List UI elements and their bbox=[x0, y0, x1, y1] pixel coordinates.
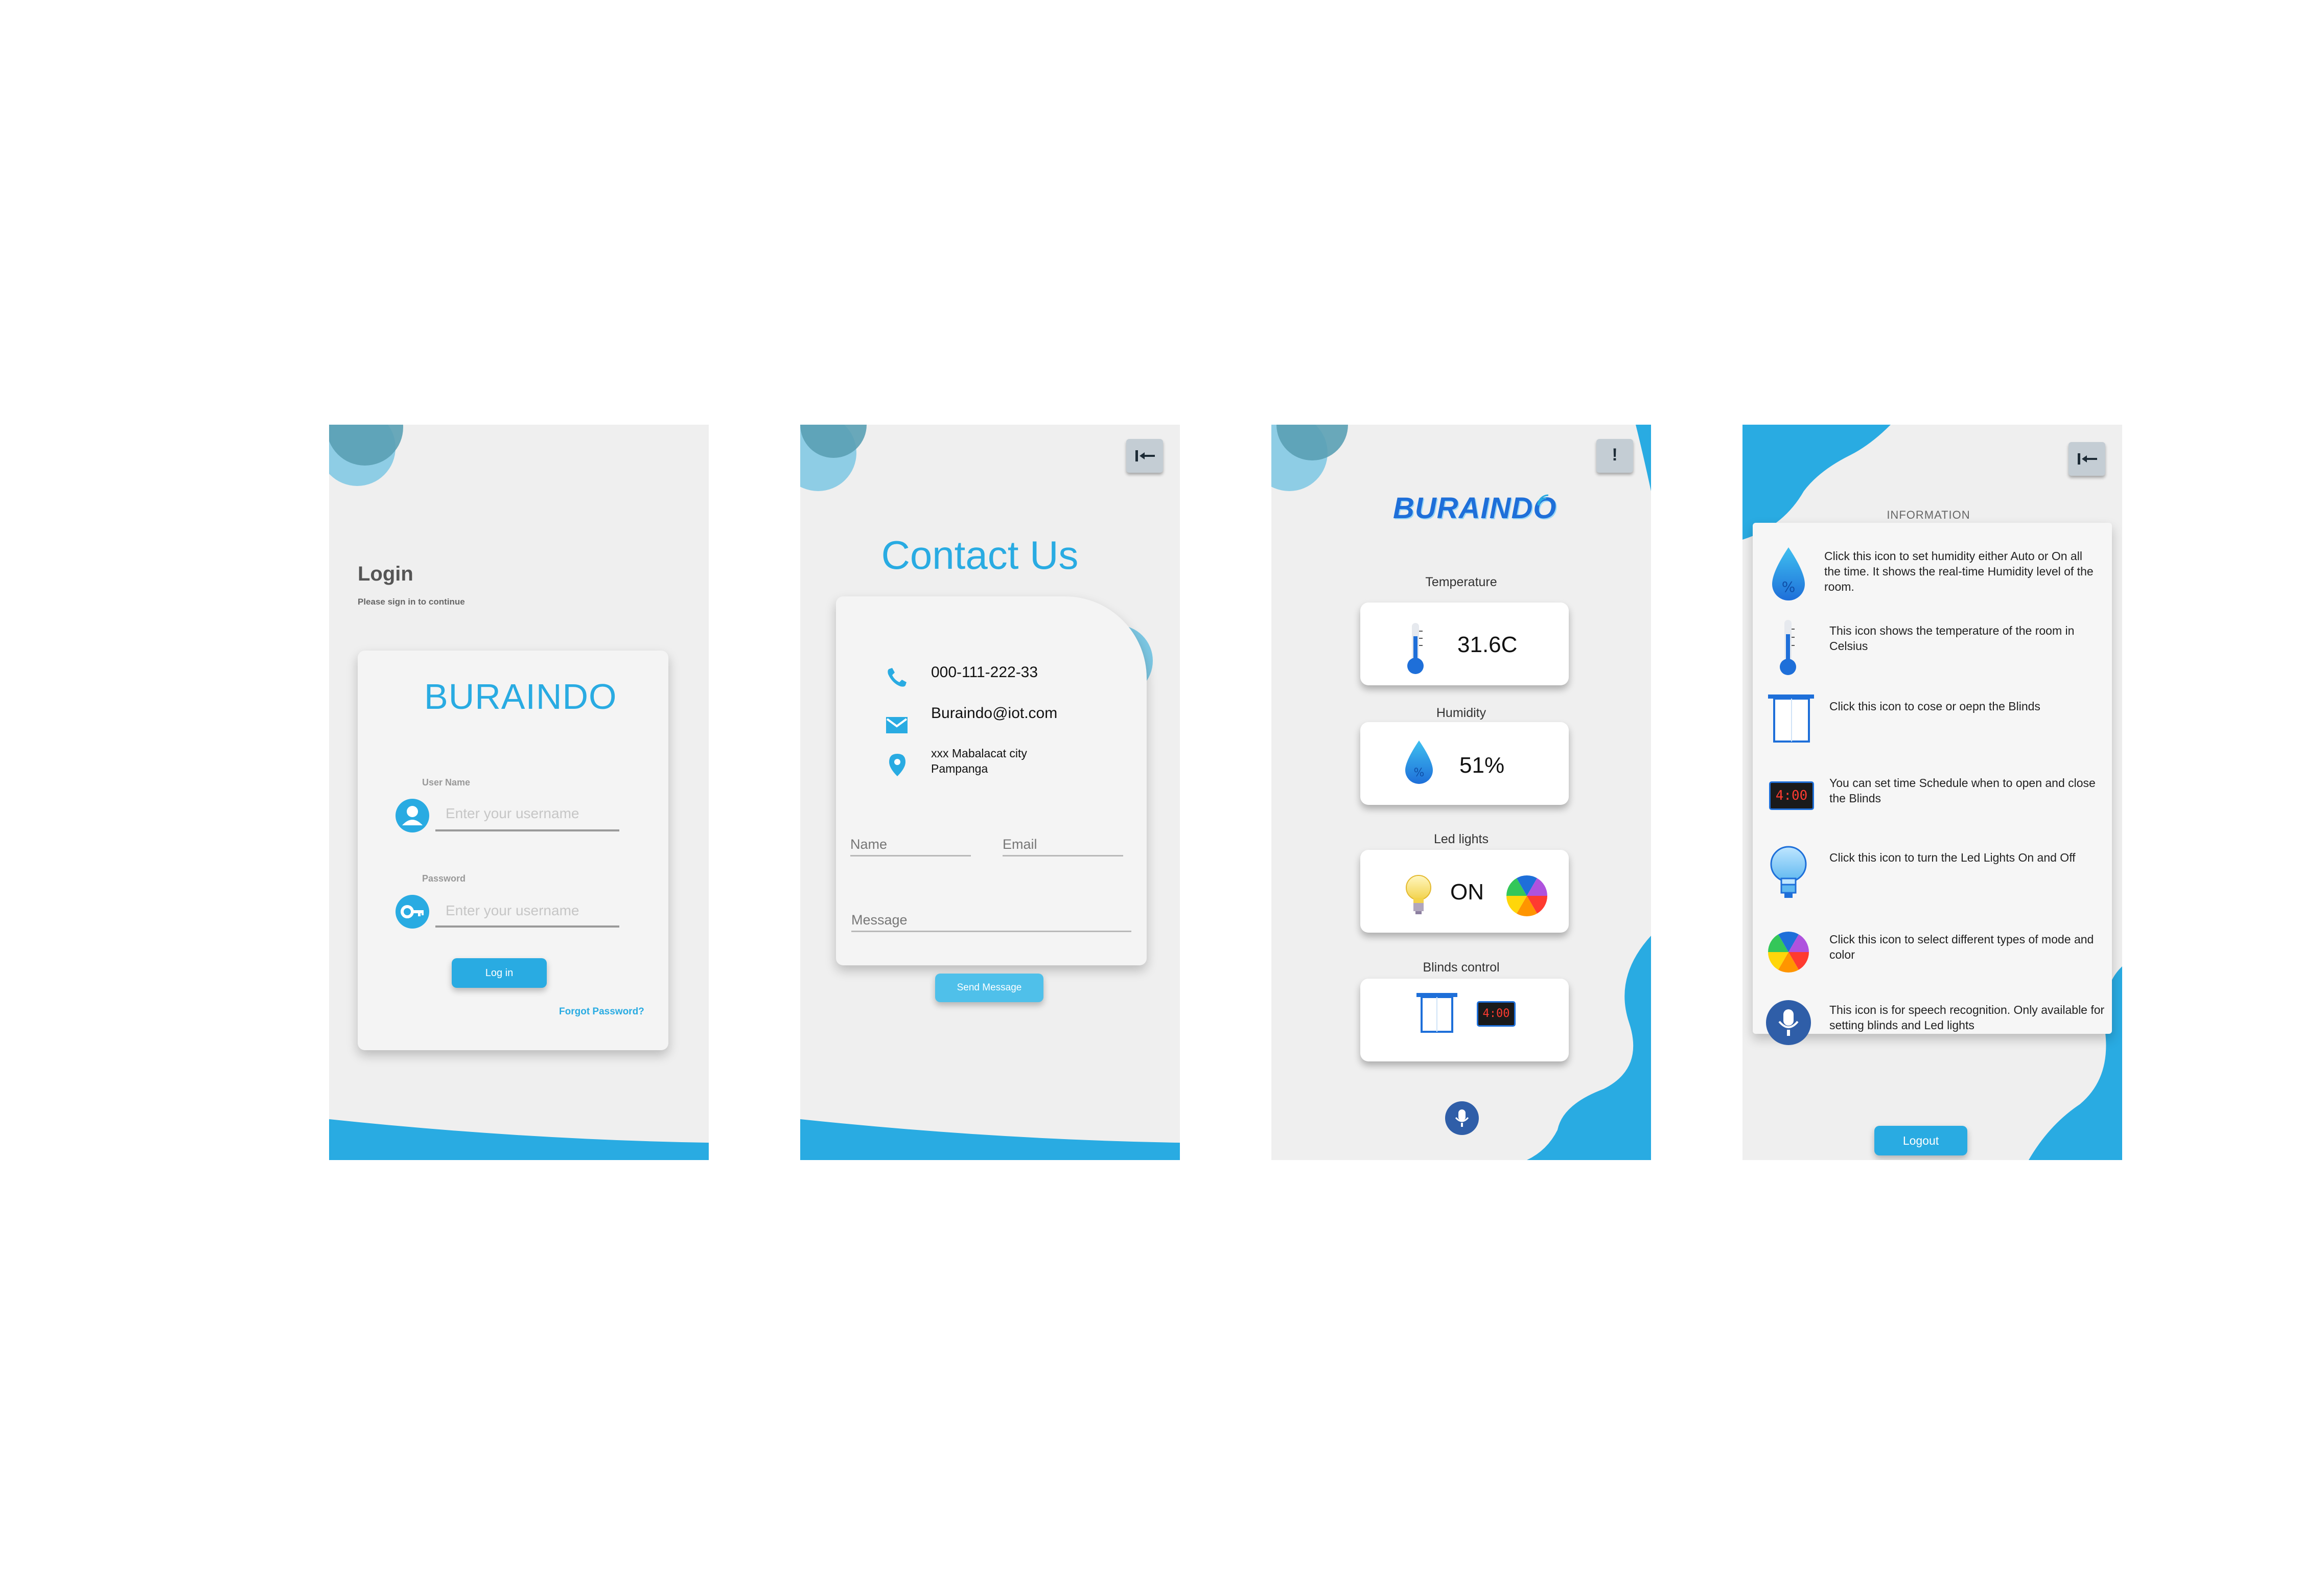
info-item-led: Click this icon to turn the Led Lights O… bbox=[1763, 845, 2110, 911]
blinds-icon bbox=[1768, 695, 1814, 743]
message-field[interactable]: Message bbox=[851, 912, 908, 928]
corner-decoration bbox=[1271, 425, 1348, 491]
username-label: User Name bbox=[422, 777, 471, 788]
temperature-value: 31.6C bbox=[1457, 632, 1518, 657]
digital-clock-icon: 4:00 bbox=[1769, 781, 1814, 810]
user-icon bbox=[396, 799, 429, 832]
led-lights-label: Led lights bbox=[1433, 832, 1489, 846]
color-wheel-icon[interactable] bbox=[1505, 874, 1548, 917]
back-arrow-icon bbox=[1135, 450, 1155, 461]
light-bulb-icon bbox=[1770, 846, 1807, 898]
info-item-text: Click this icon to turn the Led Lights O… bbox=[1829, 851, 2076, 864]
name-underline bbox=[850, 855, 971, 857]
page-title: Login bbox=[358, 563, 413, 585]
info-item-text: Click this icon to cose or oepn the Blin… bbox=[1829, 700, 2040, 713]
info-item-humidity: % Click this icon to set humidity either… bbox=[1763, 543, 2110, 610]
svg-text:%: % bbox=[1782, 578, 1796, 595]
send-message-button[interactable]: Send Message bbox=[935, 974, 1043, 1002]
info-item-speech: This icon is for speech recognition. Onl… bbox=[1763, 997, 2110, 1063]
info-button[interactable]: ! bbox=[1596, 439, 1633, 473]
message-underline bbox=[851, 931, 1131, 932]
email-address[interactable]: Buraindo@iot.com bbox=[931, 705, 1057, 722]
email-field[interactable]: Email bbox=[1003, 837, 1037, 852]
page-subtitle: Please sign in to continue bbox=[358, 597, 465, 607]
brand-logo: BURAINDO bbox=[1393, 492, 1557, 525]
light-bulb-icon[interactable] bbox=[1403, 873, 1434, 919]
address-line-2: Pampanga bbox=[931, 762, 988, 775]
humidity-value: 51% bbox=[1459, 753, 1505, 778]
brand-logo: BURAINDO bbox=[424, 677, 617, 716]
blinds-control-tile: 4:00 bbox=[1360, 979, 1569, 1061]
email-underline bbox=[1003, 855, 1123, 857]
temperature-tile[interactable]: 31.6C bbox=[1360, 603, 1569, 685]
location-pin-icon bbox=[889, 754, 905, 776]
thermometer-icon bbox=[1407, 623, 1424, 674]
login-card: BURAINDO User Name Enter your username P… bbox=[358, 651, 668, 1050]
forgot-password-link[interactable]: Forgot Password? bbox=[559, 1006, 644, 1017]
corner-decoration bbox=[800, 425, 867, 491]
dashboard-screen: ! BURAINDO Temperature 31.6C Humidity % … bbox=[1271, 425, 1651, 1160]
humidity-drop-icon: % bbox=[1772, 547, 1805, 600]
info-item-text: This icon is for speech recognition. Onl… bbox=[1829, 1003, 2105, 1032]
login-screen: Login Please sign in to continue BURAIND… bbox=[329, 425, 709, 1160]
information-screen: INFORMATION % Click this icon to set hum… bbox=[1742, 425, 2122, 1160]
wifi-signal-icon bbox=[1537, 494, 1549, 505]
microphone-button[interactable] bbox=[1445, 1101, 1479, 1135]
password-label[interactable]: Password bbox=[422, 873, 466, 884]
digital-clock-icon[interactable]: 4:00 bbox=[1477, 1001, 1516, 1027]
password-underline bbox=[435, 925, 619, 928]
microphone-icon bbox=[1766, 1000, 1811, 1045]
back-arrow-icon bbox=[2078, 453, 2097, 465]
username-underline bbox=[435, 829, 619, 831]
bottom-wave bbox=[800, 1119, 1180, 1160]
blinds-icon[interactable] bbox=[1415, 991, 1458, 1035]
humidity-drop-icon: % bbox=[1405, 740, 1433, 784]
key-icon bbox=[396, 895, 429, 929]
bottom-wave bbox=[329, 1119, 709, 1160]
thermometer-icon bbox=[1780, 620, 1796, 675]
info-item-blinds: Click this icon to cose or oepn the Blin… bbox=[1763, 693, 2110, 760]
phone-number[interactable]: 000-111-222-33 bbox=[931, 664, 1038, 681]
information-card: % Click this icon to set humidity either… bbox=[1753, 523, 2112, 1045]
led-lights-tile: ON bbox=[1360, 850, 1569, 933]
corner-decoration bbox=[329, 425, 403, 486]
username-input[interactable]: Enter your username bbox=[446, 805, 579, 822]
address-line-1: xxx Mabalacat city bbox=[931, 747, 1027, 760]
info-item-text: This icon shows the temperature of the r… bbox=[1829, 624, 2075, 653]
back-button[interactable] bbox=[2069, 442, 2105, 476]
phone-icon bbox=[888, 668, 907, 687]
temperature-label: Temperature bbox=[1425, 575, 1497, 589]
back-button[interactable] bbox=[1126, 439, 1163, 473]
name-field[interactable]: Name bbox=[850, 837, 887, 852]
color-wheel-icon bbox=[1768, 932, 1809, 973]
login-button[interactable]: Log in bbox=[452, 958, 547, 988]
contact-card: 000-111-222-33 Buraindo@iot.com xxx Maba… bbox=[836, 596, 1147, 1002]
password-input[interactable]: Enter your username bbox=[446, 902, 579, 919]
info-item-text: Click this icon to select different type… bbox=[1829, 933, 2094, 961]
info-item-text: You can set time Schedule when to open a… bbox=[1829, 776, 2096, 805]
led-state[interactable]: ON bbox=[1450, 879, 1484, 905]
contact-screen: Contact Us 000-111-222-33 Buraindo@iot.c… bbox=[800, 425, 1180, 1160]
info-item-color: Click this icon to select different type… bbox=[1763, 927, 2110, 993]
blinds-control-label: Blinds control bbox=[1423, 960, 1500, 975]
svg-text:%: % bbox=[1414, 767, 1425, 779]
mail-icon bbox=[886, 717, 908, 733]
logout-button[interactable]: Logout bbox=[1874, 1126, 1967, 1155]
info-item-schedule: 4:00 You can set time Schedule when to o… bbox=[1763, 770, 2110, 837]
info-item-temperature: This icon shows the temperature of the r… bbox=[1763, 618, 2110, 684]
page-title: Contact Us bbox=[881, 533, 1079, 577]
info-item-text: Click this icon to set humidity either A… bbox=[1824, 549, 2094, 593]
microphone-icon bbox=[1455, 1109, 1469, 1127]
humidity-tile[interactable]: % 51% bbox=[1360, 722, 1569, 805]
info-heading: INFORMATION bbox=[1887, 508, 1970, 521]
humidity-label: Humidity bbox=[1436, 706, 1486, 720]
